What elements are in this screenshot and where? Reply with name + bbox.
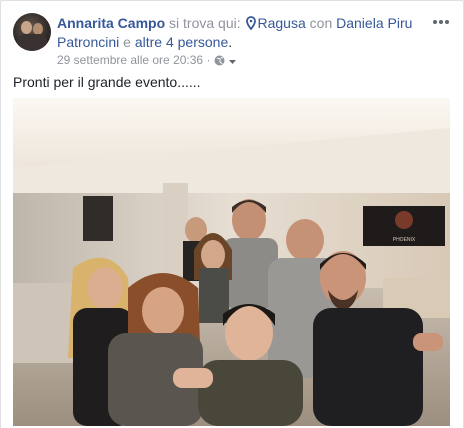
post-photo[interactable]: PHOENIX <box>13 98 450 426</box>
others-link[interactable]: altre 4 persone <box>135 34 228 50</box>
others-text: altre 4 persone <box>134 34 229 50</box>
checkin-text: si trova qui: <box>169 15 241 31</box>
author-avatar[interactable] <box>13 13 51 51</box>
timestamp-link[interactable]: 29 settembre alle ore 20:36 <box>57 53 203 67</box>
author-name-link[interactable]: Annarita Campo <box>57 15 165 31</box>
conjunction-text: e <box>123 34 131 50</box>
chevron-down-icon[interactable] <box>228 55 237 69</box>
location-name: Ragusa <box>257 15 306 31</box>
post-message: Pronti per il grande evento...... <box>13 74 201 90</box>
post-meta: 29 settembre alle ore 20:36 · <box>57 53 237 69</box>
post-header: Annarita Campo si trova qui: Ragusa con … <box>57 14 427 52</box>
banner-text: PHOENIX <box>393 237 416 243</box>
location-link[interactable]: Ragusa <box>245 15 306 31</box>
globe-icon[interactable] <box>214 55 225 69</box>
meta-separator: · <box>206 53 211 67</box>
group-selfie-photo: PHOENIX <box>13 98 450 426</box>
more-options-icon[interactable] <box>431 15 451 29</box>
header-period: . <box>228 34 233 50</box>
post-card: Annarita Campo si trova qui: Ragusa con … <box>0 0 464 428</box>
with-text: con <box>309 15 333 31</box>
map-pin-icon <box>245 16 256 30</box>
